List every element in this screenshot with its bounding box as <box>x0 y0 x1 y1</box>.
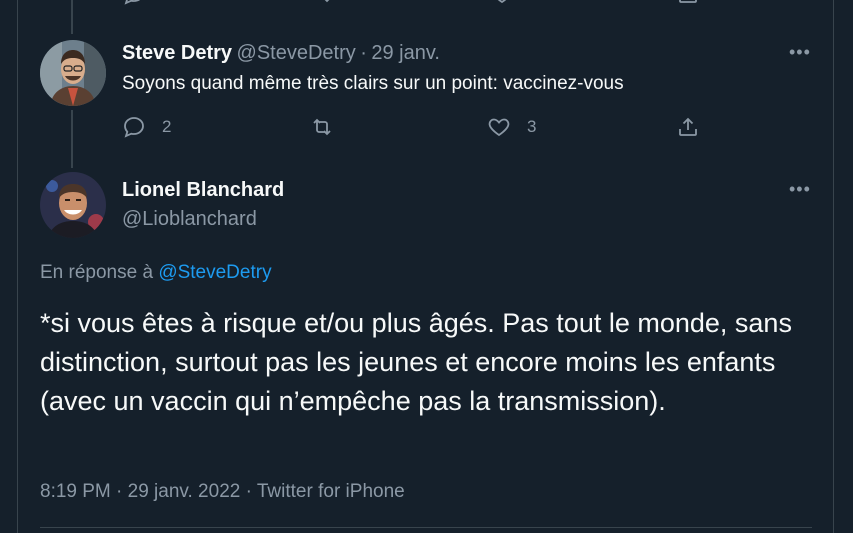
author-name[interactable]: Lionel Blanchard <box>122 179 284 202</box>
main-tweet-text: *si vous êtes à risque et/ou plus âgés. … <box>40 308 792 416</box>
retweet-icon <box>324 0 330 3</box>
tweet-timestamp[interactable]: 8:19 PM · 29 janv. 2022 · Twitter for iP… <box>40 481 405 503</box>
reply-tweet-text: Soyons quand même très clairs sur un poi… <box>122 73 624 94</box>
tweet-date[interactable]: 29 janv. <box>371 42 440 64</box>
reply-count: 2 <box>162 117 172 136</box>
reply-action[interactable]: 2 <box>122 115 171 139</box>
heart-icon <box>488 118 510 137</box>
like-count: 33 <box>530 0 549 4</box>
previous-tweet-actions: 15 10 33 <box>0 0 853 6</box>
thread-connector <box>71 110 73 168</box>
author-name[interactable]: Steve Detry <box>122 42 232 64</box>
main-tweet-author: Lionel Blanchard @Lioblanchard <box>122 179 284 231</box>
separator: · <box>360 42 367 64</box>
reply-tweet-header: Steve Detry @SteveDetry · 29 janv. <box>122 42 440 65</box>
like-action[interactable]: 33 <box>490 0 549 6</box>
reply-icon <box>124 117 144 138</box>
avatar[interactable] <box>40 172 106 238</box>
retweet-action[interactable] <box>310 115 350 139</box>
reply-prefix: En réponse à <box>40 262 159 283</box>
more-options-button[interactable]: ••• <box>789 42 811 63</box>
author-handle[interactable]: @SteveDetry <box>237 42 356 64</box>
avatar-image <box>40 40 106 106</box>
like-count: 3 <box>527 117 537 136</box>
avatar-image <box>40 172 106 238</box>
divider <box>40 527 812 528</box>
reply-count: 15 <box>162 0 181 4</box>
like-action[interactable]: 3 <box>487 115 536 139</box>
retweet-count: 10 <box>350 0 369 4</box>
reply-context: En réponse à @SteveDetry <box>40 262 272 284</box>
share-action[interactable] <box>676 0 700 6</box>
share-icon <box>679 117 697 136</box>
mention-link[interactable]: @SteveDetry <box>158 262 271 283</box>
reply-icon <box>124 0 141 5</box>
reply-action[interactable]: 15 <box>122 0 181 6</box>
retweet-icon <box>313 118 331 136</box>
heart-icon <box>497 0 507 4</box>
share-action[interactable] <box>676 115 700 139</box>
retweet-action[interactable]: 10 <box>310 0 369 6</box>
avatar[interactable] <box>40 40 106 106</box>
author-handle[interactable]: @Lioblanchard <box>122 208 284 231</box>
more-options-button[interactable]: ••• <box>789 179 811 200</box>
share-icon <box>679 0 697 3</box>
